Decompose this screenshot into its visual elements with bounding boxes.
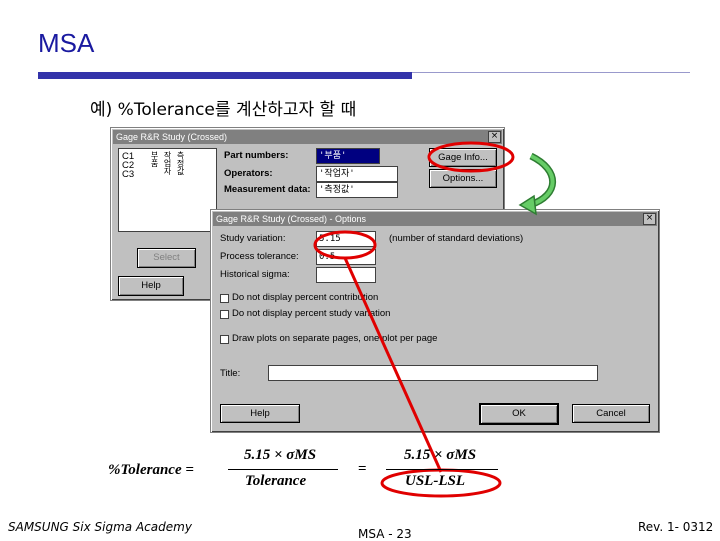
fraction-line-2 (386, 469, 498, 470)
footer-page-number: MSA - 23 (358, 527, 412, 541)
annotation-overlay (313, 141, 557, 498)
fraction-line-1 (228, 469, 338, 470)
connector-line (343, 257, 443, 473)
gage-info-highlight (427, 141, 515, 173)
formula-denominator-2: USL-LSL (405, 473, 465, 489)
formula-numerator-2: 5.15 × σMS (404, 447, 477, 463)
tolerance-highlight (313, 230, 377, 260)
formula-denominator-1: Tolerance (245, 473, 307, 489)
formula-numerator-1: 5.15 × σMS (244, 447, 317, 463)
footer-academy: SAMSUNG Six Sigma Academy (8, 520, 192, 534)
formula-equals: = (358, 461, 367, 477)
arrow-head-icon (518, 194, 537, 216)
formula-lhs: %Tolerance = (108, 462, 194, 478)
footer-revision: Rev. 1- 0312 (638, 520, 714, 534)
